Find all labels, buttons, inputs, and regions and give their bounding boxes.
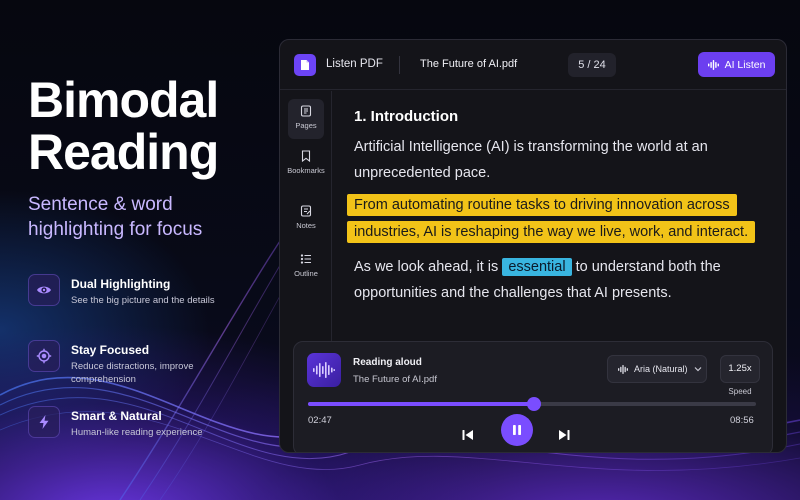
feature-description: Reduce distractions, improve comprehensi…: [71, 360, 194, 386]
pause-button[interactable]: [501, 414, 533, 446]
sentence-highlight-line-1[interactable]: From automating routine tasks to driving…: [347, 194, 737, 216]
progress-fill: [308, 402, 535, 406]
audio-cover-icon: [307, 353, 341, 387]
skip-forward-icon: [559, 430, 570, 440]
hero-section: Bimodal Reading Sentence & word highligh…: [28, 74, 268, 242]
chevron-down-icon: [694, 367, 701, 372]
word-highlight[interactable]: essential: [502, 258, 572, 276]
feature-dual-highlighting: Dual Highlighting See the big picture an…: [28, 274, 268, 340]
skip-forward-button[interactable]: [553, 424, 575, 446]
player-file-name: The Future of AI.pdf: [353, 374, 437, 385]
sidebar-item-bookmarks[interactable]: Bookmarks: [287, 144, 325, 184]
app-window: Listen PDF The Future of AI.pdf 5 / 24 A…: [279, 39, 787, 453]
lightning-icon: [28, 406, 60, 438]
feature-title: Stay Focused: [71, 343, 150, 357]
pause-icon: [513, 425, 521, 435]
document-title: The Future of AI.pdf: [420, 58, 518, 70]
bookmark-icon: [301, 150, 311, 162]
hero-subtitle: Sentence & word highlighting for focus: [28, 192, 268, 242]
notes-icon: [300, 205, 312, 217]
paragraph-line: Artificial Intelligence (AI) is transfor…: [354, 139, 708, 155]
player-status: Reading aloud: [353, 357, 422, 368]
app-toolbar: Listen PDF The Future of AI.pdf 5 / 24 A…: [280, 40, 786, 90]
skip-back-button[interactable]: [457, 424, 479, 446]
total-time: 08:56: [730, 415, 754, 426]
paragraph-line: unprecedented pace.: [354, 165, 491, 181]
elapsed-time: 02:47: [308, 415, 332, 426]
feature-stay-focused: Stay Focused Reduce distractions, improv…: [28, 340, 268, 406]
paragraph-outlook: As we look ahead, it is essential to und…: [354, 254, 764, 306]
voice-select[interactable]: Aria (Natural): [607, 355, 707, 383]
hero-title-line-1: Bimodal: [28, 72, 219, 128]
waveform-icon: [618, 364, 628, 374]
hero-subtitle-line-2: highlighting for focus: [28, 219, 203, 240]
text-span: to understand both the: [575, 259, 721, 275]
sidebar-item-label: Notes: [296, 221, 316, 230]
audio-player: Reading aloud The Future of AI.pdf Aria …: [293, 341, 773, 452]
feature-description: See the big picture and the details: [71, 295, 215, 306]
speed-button[interactable]: 1.25x: [720, 355, 760, 383]
toolbar-divider: [399, 56, 400, 74]
paragraph-line: opportunities and the challenges that AI…: [354, 285, 672, 301]
ai-listen-label: AI Listen: [724, 58, 766, 71]
target-icon: [28, 340, 60, 372]
page-counter[interactable]: 5 / 24: [568, 53, 616, 77]
feature-description-line-2: comprehension: [71, 374, 136, 385]
paragraph-line: As we look ahead, it is essential to und…: [354, 254, 764, 280]
ai-listen-button[interactable]: AI Listen: [698, 52, 775, 77]
sidebar-item-outline[interactable]: Outline: [288, 247, 324, 287]
sidebar-item-pages[interactable]: Pages: [288, 99, 324, 139]
voice-select-value: Aria (Natural): [634, 364, 688, 374]
feature-description-line-1: Reduce distractions, improve: [71, 361, 194, 372]
outline-icon: [300, 254, 311, 264]
feature-description: Human-like reading experience: [71, 427, 203, 438]
progress-bar[interactable]: [308, 397, 756, 411]
sidebar-item-notes[interactable]: Notes: [288, 199, 324, 239]
text-span: As we look ahead, it is: [354, 259, 499, 275]
feature-title: Dual Highlighting: [71, 277, 171, 291]
sidebar-item-label: Pages: [295, 121, 317, 130]
speed-label: Speed: [728, 387, 752, 396]
section-heading: 1. Introduction: [354, 108, 459, 125]
feature-list: Dual Highlighting See the big picture an…: [28, 274, 268, 472]
hero-title: Bimodal Reading: [28, 74, 268, 178]
sidebar-item-label: Bookmarks: [287, 166, 325, 175]
hero-subtitle-line-1: Sentence & word: [28, 194, 173, 215]
feature-title: Smart & Natural: [71, 409, 162, 423]
feature-smart-natural: Smart & Natural Human-like reading exper…: [28, 406, 268, 472]
app-logo-icon: [294, 54, 316, 76]
progress-knob[interactable]: [527, 397, 542, 411]
skip-back-icon: [462, 430, 473, 440]
sentence-highlight-line-2[interactable]: industries, AI is reshaping the way we l…: [347, 221, 756, 243]
waveform-icon: [707, 59, 719, 70]
sidebar-item-label: Outline: [294, 269, 318, 278]
hero-title-line-2: Reading: [28, 124, 219, 180]
pages-icon: [300, 105, 312, 117]
eye-icon: [28, 274, 60, 306]
paragraph-intro: Artificial Intelligence (AI) is transfor…: [354, 134, 764, 186]
app-name: Listen PDF: [326, 58, 383, 70]
